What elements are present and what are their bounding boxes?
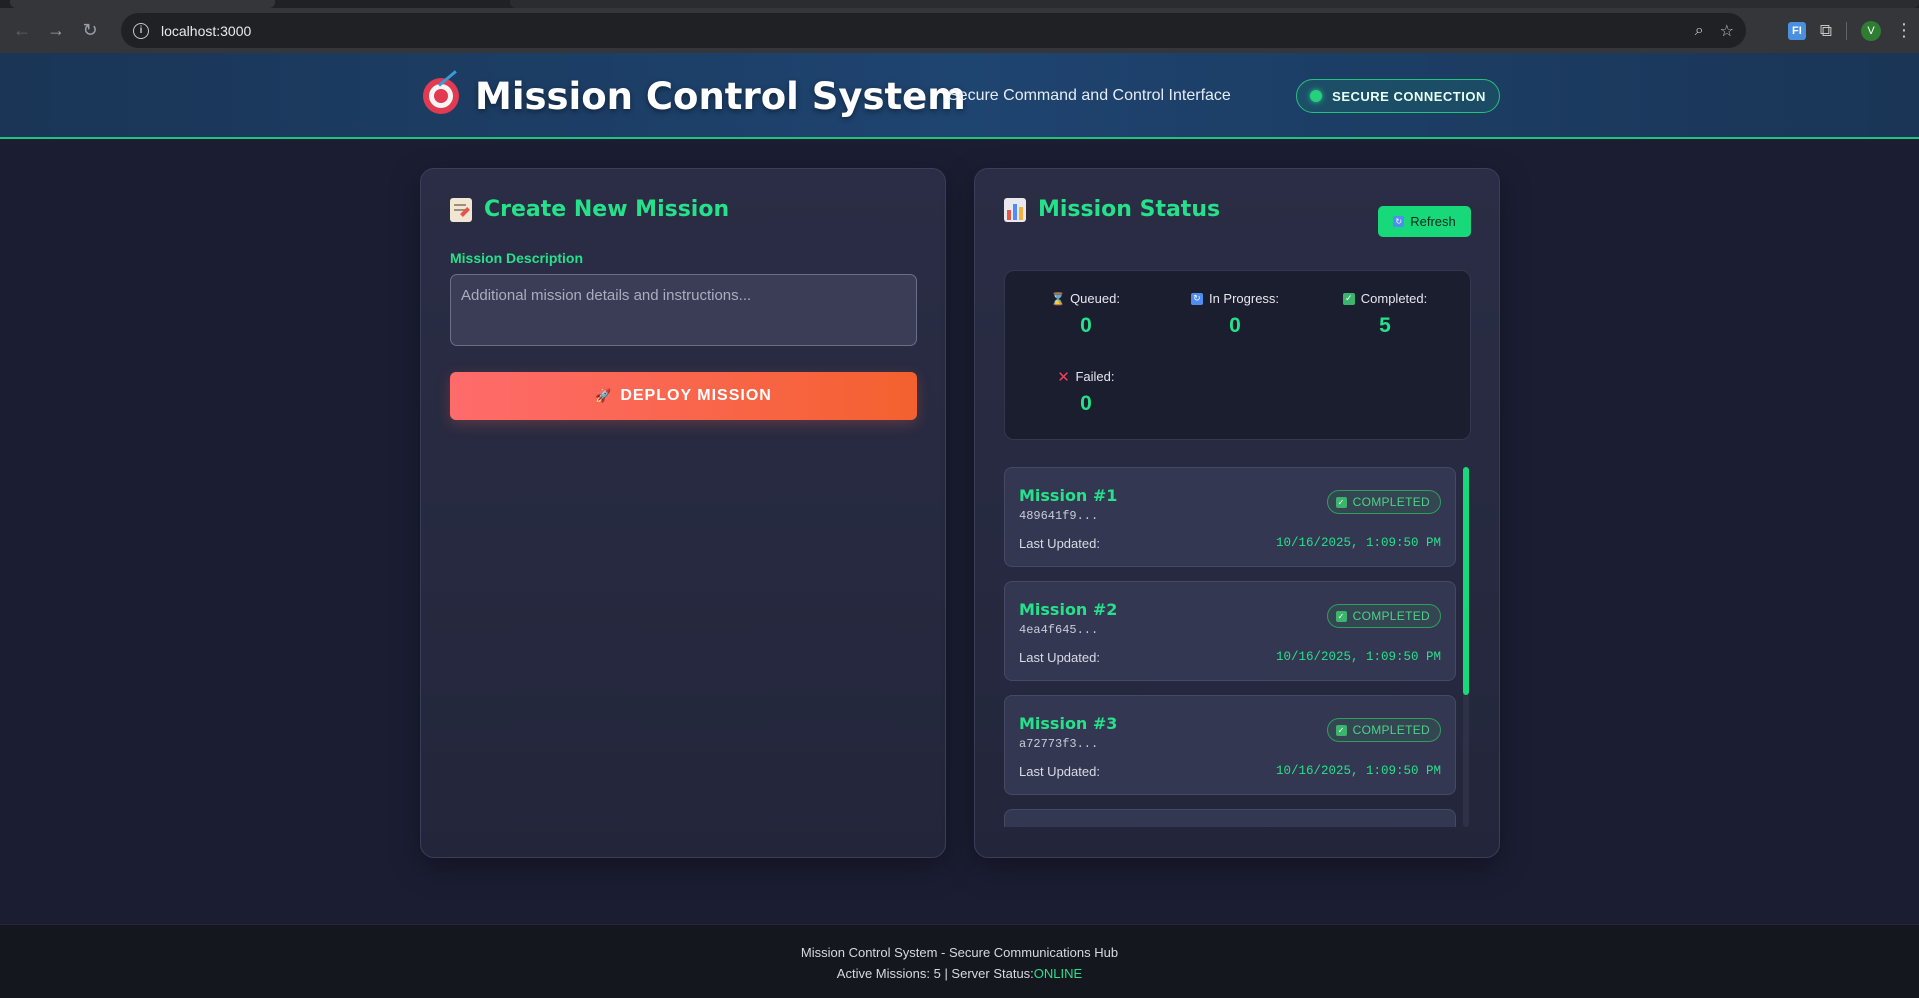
app-title: Mission Control System <box>475 74 966 118</box>
stat-failed-value: 0 <box>1080 392 1092 415</box>
create-mission-panel: Create New Mission Mission Description 🚀… <box>420 168 946 858</box>
refresh-button[interactable]: ↻ Refresh <box>1378 206 1471 237</box>
brand: Mission Control System <box>423 70 966 121</box>
refresh-label: Refresh <box>1410 214 1456 229</box>
mission-card[interactable]: Mission #2 4ea4f645... ✓ COMPLETED Last … <box>1004 581 1456 681</box>
profile-avatar[interactable]: V <box>1861 20 1881 41</box>
address-bar[interactable]: i localhost:3000 ⌕ ☆ <box>121 13 1746 48</box>
connection-status-dot-icon <box>1310 90 1323 102</box>
browser-tab[interactable] <box>510 0 1919 8</box>
deploy-mission-button[interactable]: 🚀 DEPLOY MISSION <box>450 372 917 420</box>
stat-failed: ✕ Failed: 0 <box>1011 369 1161 416</box>
stat-in-progress: ↻ In Progress: 0 <box>1160 291 1310 338</box>
bar-chart-icon <box>1004 197 1026 222</box>
check-icon: ✓ <box>1335 496 1347 508</box>
reload-icon[interactable]: ↻ <box>73 14 107 48</box>
scrollbar-thumb[interactable] <box>1463 467 1469 695</box>
stat-completed: ✓ Completed: 5 <box>1310 291 1460 338</box>
status-badge-label: COMPLETED <box>1352 723 1430 737</box>
mission-status-title-text: Mission Status <box>1038 197 1221 222</box>
stat-in-progress-label: In Progress: <box>1208 291 1280 306</box>
server-status-value: ONLINE <box>1033 966 1083 981</box>
last-updated-label: Last Updated: <box>1019 536 1100 551</box>
status-badge-label: COMPLETED <box>1352 609 1430 623</box>
rocket-icon: 🚀 <box>595 388 613 403</box>
back-arrow-icon[interactable]: ← <box>5 14 39 48</box>
mission-list[interactable]: Mission #1 489641f9... ✓ COMPLETED Last … <box>1004 467 1456 827</box>
mission-card-partial[interactable] <box>1004 809 1456 827</box>
create-mission-title: Create New Mission <box>450 197 729 222</box>
mission-status-title: Mission Status <box>1004 197 1220 222</box>
stat-queued-value: 0 <box>1080 314 1092 337</box>
create-mission-title-text: Create New Mission <box>484 197 730 222</box>
status-badge: ✓ COMPLETED <box>1326 718 1441 742</box>
cross-icon: ✕ <box>1057 368 1070 386</box>
in-progress-icon: ↻ <box>1190 292 1203 305</box>
stat-in-progress-value: 0 <box>1229 314 1241 337</box>
mission-id: 4ea4f645... <box>1019 623 1099 637</box>
app-subtitle: Secure Command and Control Interface <box>948 87 1231 104</box>
stat-queued-label: Queued: <box>1070 291 1120 306</box>
status-badge: ✓ COMPLETED <box>1326 604 1441 628</box>
stat-queued: ⌛ Queued: 0 <box>1011 291 1161 338</box>
extensions-puzzle-icon[interactable]: ⧉ <box>1820 21 1832 41</box>
mission-list-scrollbar[interactable] <box>1463 467 1469 827</box>
deploy-mission-label: DEPLOY MISSION <box>620 387 772 404</box>
memo-icon <box>450 197 472 222</box>
app-header: Mission Control System Secure Command an… <box>0 53 1919 139</box>
status-badge: ✓ COMPLETED <box>1326 490 1441 514</box>
mission-card[interactable]: Mission #3 a72773f3... ✓ COMPLETED Last … <box>1004 695 1456 795</box>
mission-status-panel: Mission Status ↻ Refresh ⌛ Queued: 0 ↻ I… <box>974 168 1500 858</box>
last-updated-value: 10/16/2025, 1:09:50 PM <box>1275 650 1441 664</box>
address-url[interactable]: localhost:3000 <box>161 23 251 39</box>
check-icon: ✓ <box>1342 292 1355 305</box>
last-updated-label: Last Updated: <box>1019 764 1100 779</box>
check-icon: ✓ <box>1335 610 1347 622</box>
mission-description-input[interactable] <box>450 274 917 346</box>
extension-icon[interactable]: FI <box>1787 21 1806 40</box>
browser-tab[interactable] <box>10 0 275 8</box>
refresh-icon: ↻ <box>1393 216 1405 227</box>
footer: Mission Control System - Secure Communic… <box>0 924 1919 998</box>
stat-completed-value: 5 <box>1379 314 1391 337</box>
target-icon <box>423 70 459 114</box>
last-updated-value: 10/16/2025, 1:09:50 PM <box>1275 764 1441 778</box>
hourglass-icon: ⌛ <box>1050 291 1066 306</box>
secure-connection-label: SECURE CONNECTION <box>1332 88 1486 104</box>
mission-description-label: Mission Description <box>450 250 584 266</box>
forward-arrow-icon[interactable]: → <box>39 14 73 48</box>
stat-completed-label: Completed: <box>1360 291 1428 306</box>
secure-connection-badge: SECURE CONNECTION <box>1296 79 1500 113</box>
last-updated-value: 10/16/2025, 1:09:50 PM <box>1275 536 1441 550</box>
mission-title: Mission #1 <box>1019 486 1118 505</box>
mission-card[interactable]: Mission #1 489641f9... ✓ COMPLETED Last … <box>1004 467 1456 567</box>
footer-title: Mission Control System - Secure Communic… <box>800 945 1119 960</box>
browser-menu-icon[interactable]: ⋮ <box>1895 20 1913 41</box>
footer-active-missions: Active Missions: 5 | Server Status: <box>836 966 1034 981</box>
toolbar-divider <box>1846 21 1847 40</box>
site-info-icon[interactable]: i <box>133 22 149 39</box>
last-updated-label: Last Updated: <box>1019 650 1100 665</box>
check-icon: ✓ <box>1335 724 1347 736</box>
mission-stats: ⌛ Queued: 0 ↻ In Progress: 0 ✓ Completed… <box>1004 270 1471 440</box>
bookmark-star-icon[interactable]: ☆ <box>1720 21 1734 41</box>
browser-tabstrip <box>0 0 1919 8</box>
stat-failed-label: Failed: <box>1075 369 1115 384</box>
mission-id: a72773f3... <box>1019 737 1099 751</box>
mission-id: 489641f9... <box>1019 509 1099 523</box>
mission-title: Mission #3 <box>1019 714 1118 733</box>
browser-toolbar: ← → ↻ i localhost:3000 ⌕ ☆ FI ⧉ V ⋮ <box>0 8 1919 53</box>
footer-status-line: Active Missions: 5 | Server Status:ONLIN… <box>0 966 1919 981</box>
mission-title: Mission #2 <box>1019 600 1118 619</box>
zoom-icon[interactable]: ⌕ <box>1695 22 1704 40</box>
status-badge-label: COMPLETED <box>1352 495 1430 509</box>
